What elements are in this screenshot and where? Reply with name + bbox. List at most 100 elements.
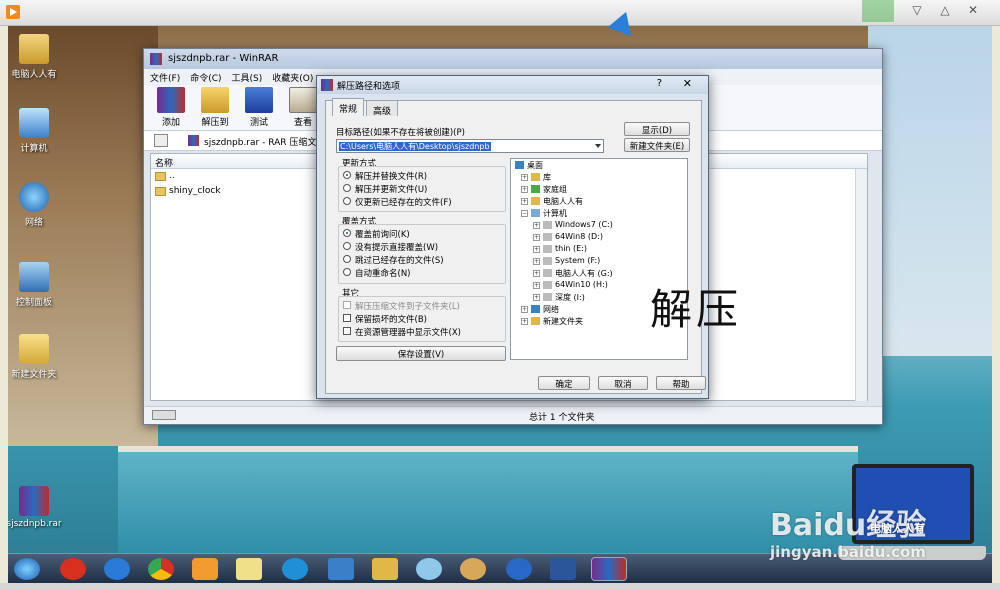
expand-icon[interactable]: + xyxy=(533,294,540,301)
target-path-value[interactable]: C:\Users\电脑人人有\Desktop\sjszdnpb xyxy=(339,142,491,151)
radio-icon[interactable] xyxy=(343,197,351,205)
player-collapse-button[interactable]: ▽ xyxy=(908,3,926,17)
menu-commands[interactable]: 命令(C) xyxy=(190,71,221,84)
app-icon-blue[interactable] xyxy=(506,558,532,580)
winrar-taskbar-icon[interactable] xyxy=(591,557,627,581)
checkbox-keep-broken[interactable]: 保留损坏的文件(B) xyxy=(343,313,427,325)
expand-icon[interactable]: + xyxy=(533,258,540,265)
tree-node-drive-d[interactable]: +64Win8 (D:) xyxy=(533,232,603,241)
help-button[interactable]: 帮助 xyxy=(656,376,706,390)
radio-selected-icon[interactable] xyxy=(343,229,351,237)
player-close-button[interactable]: ✕ xyxy=(964,3,982,17)
chevron-down-icon[interactable] xyxy=(595,144,601,148)
tree-node-drive-g[interactable]: + 电脑人人有 (G:) xyxy=(533,268,613,279)
app-icon-red[interactable] xyxy=(60,558,86,580)
tree-node-library[interactable]: + 库 xyxy=(521,172,551,183)
remote-desktop-icon[interactable] xyxy=(328,558,354,580)
radio-extract-update[interactable]: 解压并更新文件(U) xyxy=(343,183,427,195)
expand-icon[interactable]: + xyxy=(521,186,528,193)
target-path-combobox[interactable]: C:\Users\电脑人人有\Desktop\sjszdnpb xyxy=(336,139,604,153)
show-button[interactable]: 显示(D) xyxy=(624,122,690,136)
checkbox-extract-subfolder[interactable]: 解压压缩文件到子文件夹(L) xyxy=(343,300,460,312)
expand-icon[interactable]: + xyxy=(521,198,528,205)
radio-skip-existing[interactable]: 跳过已经存在的文件(S) xyxy=(343,254,444,266)
radio-auto-rename[interactable]: 自动重命名(N) xyxy=(343,267,411,279)
close-icon[interactable]: ✕ xyxy=(683,77,692,90)
paint-icon[interactable] xyxy=(460,558,486,580)
tree-node-network[interactable]: + 网络 xyxy=(521,304,559,315)
desktop-icon-label: 网络 xyxy=(24,218,43,228)
radio-icon[interactable] xyxy=(343,268,351,276)
save-settings-button[interactable]: 保存设置(V) xyxy=(336,346,506,361)
chrome-browser-icon[interactable] xyxy=(148,558,174,580)
winrar-archive-icon xyxy=(19,486,49,516)
desktop-icon-rar-file[interactable]: sjszdnpb.rar xyxy=(8,486,64,529)
player-app-icon xyxy=(6,5,20,19)
desktop-icon-user[interactable]: 电脑人人有 xyxy=(8,34,64,80)
radio-ask-overwrite[interactable]: 覆盖前询问(K) xyxy=(343,228,410,240)
expand-icon[interactable]: + xyxy=(521,318,528,325)
extract-to-label: 解压到 xyxy=(201,118,229,128)
media-player-icon[interactable] xyxy=(192,558,218,580)
radio-icon[interactable] xyxy=(343,255,351,263)
desktop-icon-control-panel[interactable]: 控制面板 xyxy=(8,262,64,308)
file-explorer-icon[interactable] xyxy=(372,558,398,580)
tree-node-drive-e[interactable]: + thin (E:) xyxy=(533,244,587,253)
radio-fresh-existing[interactable]: 仅更新已经存在的文件(F) xyxy=(343,196,452,208)
radio-overwrite-no-prompt[interactable]: 没有提示直接覆盖(W) xyxy=(343,241,438,253)
desktop-icon-new-folder[interactable]: 新建文件夹 xyxy=(8,334,64,380)
radio-extract-replace[interactable]: 解压并替换文件(R) xyxy=(343,170,427,182)
expand-icon[interactable]: + xyxy=(521,174,528,181)
radio-icon[interactable] xyxy=(343,184,351,192)
notes-icon[interactable] xyxy=(236,558,262,580)
radio-selected-icon[interactable] xyxy=(343,171,351,179)
checkbox-icon[interactable] xyxy=(343,301,351,309)
start-button-icon[interactable] xyxy=(14,558,40,580)
menu-tools[interactable]: 工具(S) xyxy=(232,71,263,84)
tree-node-homegroup[interactable]: + 家庭组 xyxy=(521,184,567,195)
app-icon-fan[interactable] xyxy=(416,558,442,580)
network-icon xyxy=(19,182,49,212)
ok-button[interactable]: 确定 xyxy=(538,376,590,390)
ie-browser-icon[interactable] xyxy=(104,558,130,580)
tree-node-drive-c[interactable]: + Windows7 (C:) xyxy=(533,220,613,229)
tree-node-drive-f[interactable]: + System (F:) xyxy=(533,256,600,265)
browser-icon[interactable] xyxy=(282,558,308,580)
word-icon[interactable] xyxy=(550,558,576,580)
desktop-icon-network[interactable]: 网络 xyxy=(8,182,64,228)
archive-icon xyxy=(188,135,199,146)
extract-to-button[interactable]: 解压到 xyxy=(196,87,234,128)
new-folder-button[interactable]: 新建文件夹(E) xyxy=(624,138,690,152)
menu-favorites[interactable]: 收藏夹(O) xyxy=(272,71,313,84)
collapse-icon[interactable]: − xyxy=(521,210,528,217)
checkbox-icon[interactable] xyxy=(343,314,351,322)
tree-node-computer[interactable]: − 计算机 xyxy=(521,208,567,219)
tab-general[interactable]: 常规 xyxy=(332,98,365,116)
add-button[interactable]: 添加 xyxy=(152,87,190,128)
help-icon[interactable]: ? xyxy=(657,78,662,89)
user-folder-icon xyxy=(531,197,540,205)
drive-icon xyxy=(543,233,552,241)
tree-node-drive-h[interactable]: +64Win10 (H:) xyxy=(533,280,608,289)
tree-node-user[interactable]: + 电脑人人有 xyxy=(521,196,583,207)
expand-icon[interactable]: + xyxy=(533,270,540,277)
player-expand-button[interactable]: △ xyxy=(936,3,954,17)
test-button[interactable]: 测试 xyxy=(240,87,278,128)
tab-advanced[interactable]: 高级 xyxy=(366,100,399,117)
menu-file[interactable]: 文件(F) xyxy=(150,71,180,84)
tree-node-drive-i[interactable]: + 深度 (I:) xyxy=(533,292,585,303)
checkbox-show-in-explorer[interactable]: 在资源管理器中显示文件(X) xyxy=(343,326,461,338)
expand-icon[interactable]: + xyxy=(533,234,540,241)
cancel-button[interactable]: 取消 xyxy=(598,376,648,390)
expand-icon[interactable]: + xyxy=(533,282,540,289)
checkbox-icon[interactable] xyxy=(343,327,351,335)
desktop-icon-computer[interactable]: 计算机 xyxy=(8,108,64,154)
radio-icon[interactable] xyxy=(343,242,351,250)
tree-node-new-folder[interactable]: + 新建文件夹 xyxy=(521,316,583,327)
tree-node-desktop[interactable]: 桌面 xyxy=(515,160,543,171)
expand-icon[interactable]: + xyxy=(533,246,540,253)
up-folder-icon[interactable] xyxy=(154,134,168,147)
expand-icon[interactable]: + xyxy=(533,222,540,229)
vertical-scrollbar[interactable] xyxy=(855,169,867,401)
expand-icon[interactable]: + xyxy=(521,306,528,313)
